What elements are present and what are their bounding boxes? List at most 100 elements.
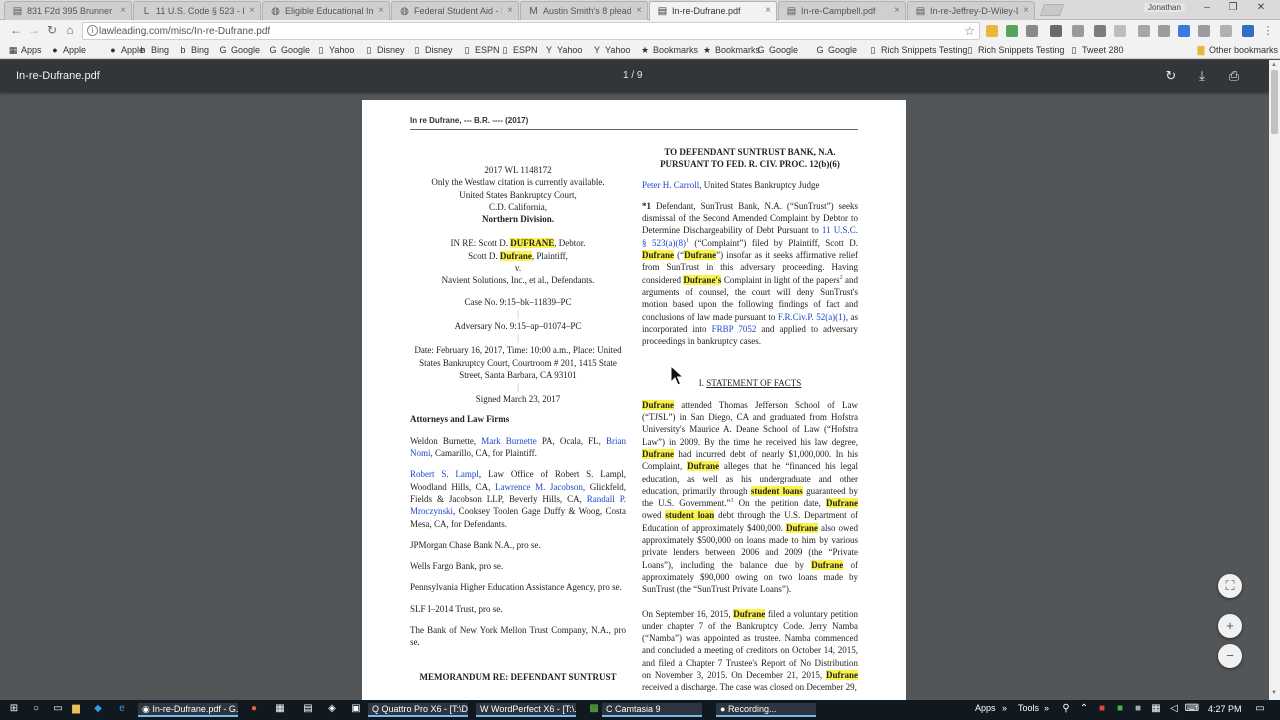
- info-icon[interactable]: i: [87, 25, 98, 36]
- taskbar-app[interactable]: Q Quattro Pro X6 - [T:\D...: [368, 703, 468, 717]
- edge-icon[interactable]: e: [114, 703, 130, 717]
- close-tab-icon[interactable]: ×: [249, 5, 255, 16]
- bookmark-item[interactable]: b Bing: [178, 45, 209, 55]
- bookmark-item[interactable]: ● Apple: [50, 45, 86, 55]
- volume-icon[interactable]: ◁: [1166, 703, 1182, 717]
- browser-tab[interactable]: ▤ In-re-Dufrane.pdf ×: [649, 1, 777, 21]
- taskbar-app[interactable]: ● Recording...: [716, 703, 816, 717]
- firefox-icon[interactable]: ●: [246, 703, 262, 717]
- scrollbar-thumb[interactable]: [1271, 70, 1278, 134]
- close-tab-icon[interactable]: ×: [636, 5, 642, 16]
- close-tab-icon[interactable]: ×: [378, 5, 384, 16]
- extension-icon[interactable]: [1072, 25, 1084, 37]
- extension-icon[interactable]: [986, 25, 998, 37]
- extension-icon[interactable]: [1158, 25, 1170, 37]
- app-icon[interactable]: ▩: [586, 703, 602, 717]
- browser-tab[interactable]: M Austin Smith's 8 pleadin ×: [520, 1, 648, 20]
- browser-tab[interactable]: ▤ In-re-Jeffrey-D-Wiley-De ×: [907, 1, 1035, 20]
- extension-icon[interactable]: [1198, 25, 1210, 37]
- extension-icon[interactable]: [1094, 25, 1106, 37]
- bookmark-item[interactable]: ▯ Yahoo: [316, 45, 355, 56]
- browser-tab[interactable]: L 11 U.S. Code § 523 - Exce ×: [133, 1, 261, 20]
- cortana-icon[interactable]: ○: [28, 703, 44, 717]
- maximize-icon[interactable]: ❐: [1224, 2, 1242, 13]
- close-tab-icon[interactable]: ×: [507, 5, 513, 16]
- chevron-up-icon[interactable]: ⌃: [1076, 703, 1092, 717]
- attorney-link[interactable]: Mark Burnette: [481, 436, 537, 446]
- menu-icon[interactable]: ⋮: [1262, 25, 1274, 37]
- extension-icon[interactable]: [1050, 25, 1062, 37]
- clock[interactable]: 4:27 PM: [1208, 704, 1242, 714]
- extension-icon[interactable]: [1026, 25, 1038, 37]
- app-icon[interactable]: ▣: [348, 703, 364, 717]
- bookmark-item[interactable]: ★ Bookmarks: [702, 45, 760, 56]
- extension-icon[interactable]: [1006, 25, 1018, 37]
- app-icon[interactable]: ◈: [324, 703, 340, 717]
- rotate-icon[interactable]: ↻: [1163, 68, 1179, 84]
- close-tab-icon[interactable]: ×: [120, 5, 126, 16]
- other-bookmarks[interactable]: ▇ Other bookmarks: [1196, 45, 1279, 56]
- bookmark-item[interactable]: ▯ Disney: [412, 45, 453, 56]
- back-icon[interactable]: ←: [8, 23, 24, 37]
- scroll-down-icon[interactable]: ▼: [1271, 690, 1277, 696]
- taskbar-app[interactable]: ◉ In-re-Dufrane.pdf - G...: [138, 703, 238, 717]
- close-tab-icon[interactable]: ×: [765, 5, 771, 16]
- tray-chevron[interactable]: »: [1002, 703, 1007, 717]
- bookmark-item[interactable]: ★ Bookmarks: [640, 45, 698, 56]
- browser-tab[interactable]: ◍ Federal Student Aid - IFA ×: [391, 1, 519, 20]
- extension-icon[interactable]: [1114, 25, 1126, 37]
- app-icon[interactable]: ▤: [300, 703, 316, 717]
- bookmark-item[interactable]: ▯ Tweet 280: [1069, 45, 1124, 56]
- bookmark-item[interactable]: G Google: [815, 45, 857, 55]
- bookmark-item[interactable]: G Google: [268, 45, 310, 55]
- keyboard-icon[interactable]: ⌨: [1184, 703, 1200, 717]
- tray-app-icon[interactable]: ■: [1094, 703, 1110, 717]
- bookmark-item[interactable]: Y Yahoo: [592, 45, 630, 55]
- scrollbar[interactable]: ▲ ▼: [1269, 60, 1280, 700]
- profile-button[interactable]: Jonathan: [1144, 3, 1185, 12]
- bookmark-item[interactable]: ▯ ESPN: [500, 45, 538, 56]
- rule-link[interactable]: FRBP 7052: [712, 324, 757, 334]
- close-tab-icon[interactable]: ×: [894, 5, 900, 16]
- bookmark-item[interactable]: ▯ Rich Snippets Testing: [965, 45, 1065, 56]
- fit-page-icon[interactable]: ⛶: [1218, 574, 1242, 598]
- download-icon[interactable]: ⤓: [1194, 68, 1210, 84]
- extension-icon[interactable]: [1242, 25, 1254, 37]
- bookmark-item[interactable]: ▯ Disney: [364, 45, 405, 56]
- browser-tab[interactable]: ▤ 831 F2d 395 Brunner v. N ×: [4, 1, 132, 20]
- scroll-up-icon[interactable]: ▲: [1271, 62, 1277, 68]
- reload-icon[interactable]: ↻: [44, 23, 60, 37]
- tray-app-icon[interactable]: ■: [1130, 703, 1146, 717]
- address-bar[interactable]: i lawleading.com/misc/In-re-Dufrane.pdf …: [82, 22, 980, 40]
- forward-icon[interactable]: →: [26, 23, 42, 37]
- bookmark-item[interactable]: ▯ Rich Snippets Testing: [868, 45, 968, 56]
- bookmark-item[interactable]: Y Yahoo: [544, 45, 582, 55]
- taskbar-app[interactable]: W WordPerfect X6 - [T:\...: [476, 703, 576, 717]
- person-icon[interactable]: ⚲: [1058, 703, 1074, 717]
- bookmark-item[interactable]: ▯ ESPN: [462, 45, 500, 56]
- windows-start-icon[interactable]: ⊞: [6, 703, 22, 717]
- extension-icon[interactable]: [1178, 25, 1190, 37]
- tray-apps[interactable]: Apps: [975, 703, 996, 717]
- bookmark-item[interactable]: G Google: [756, 45, 798, 55]
- zoom-in-icon[interactable]: +: [1218, 614, 1242, 638]
- tray-app-icon[interactable]: ■: [1112, 703, 1128, 717]
- taskbar-app[interactable]: C Camtasia 9: [602, 703, 702, 717]
- rule-link[interactable]: F.R.Civ.P. 52(a)(1): [778, 312, 846, 322]
- attorney-link[interactable]: Lawrence M. Jacobson: [495, 482, 583, 492]
- extension-icon[interactable]: [1220, 25, 1232, 37]
- extension-icon[interactable]: [1138, 25, 1150, 37]
- store-icon[interactable]: ◆: [90, 703, 106, 717]
- attorney-link[interactable]: Robert S. Lampl: [410, 469, 479, 479]
- print-icon[interactable]: ⎙: [1226, 68, 1242, 84]
- home-icon[interactable]: ⌂: [62, 23, 78, 37]
- close-tab-icon[interactable]: ×: [1023, 5, 1029, 16]
- browser-tab[interactable]: ▤ In-re-Campbell.pdf ×: [778, 1, 906, 20]
- close-window-icon[interactable]: ✕: [1252, 2, 1270, 13]
- file-explorer-icon[interactable]: ▆: [68, 703, 84, 717]
- judge-link[interactable]: Peter H. Carroll: [642, 180, 699, 190]
- bookmark-item[interactable]: ▦ Apps: [8, 45, 42, 56]
- new-tab-button[interactable]: [1039, 4, 1065, 16]
- bookmark-star-icon[interactable]: ☆: [964, 24, 975, 38]
- zoom-out-icon[interactable]: −: [1218, 644, 1242, 668]
